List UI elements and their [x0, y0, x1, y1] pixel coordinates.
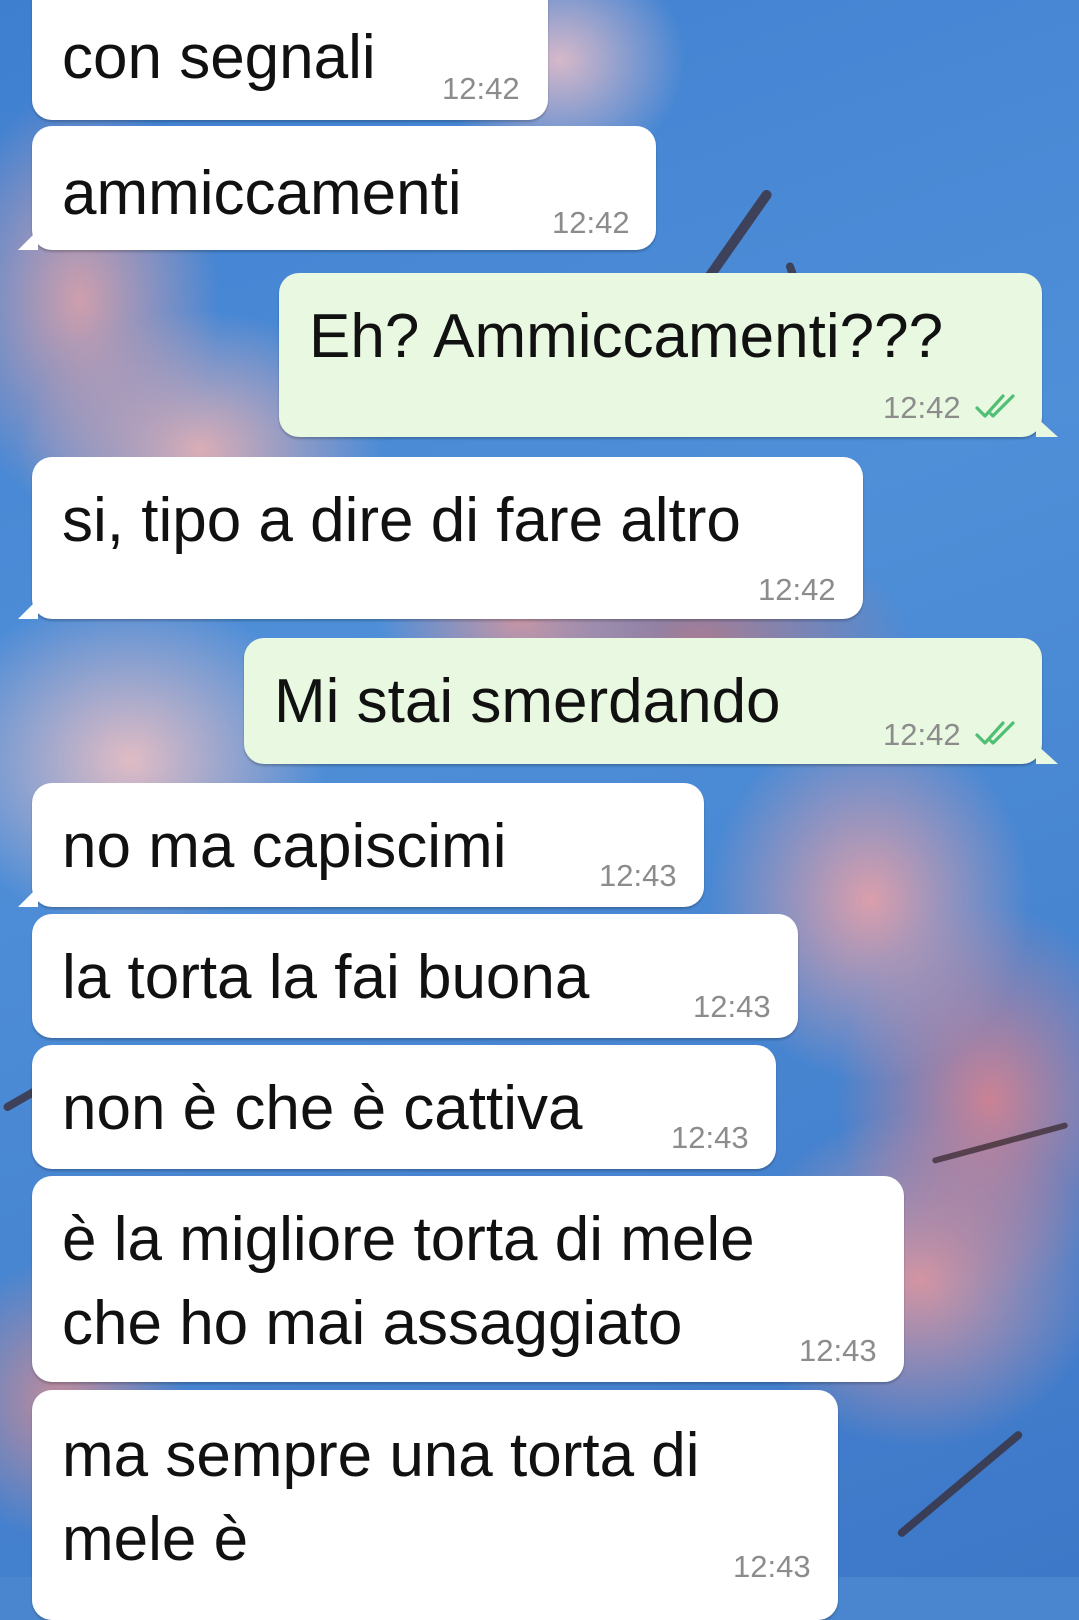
incoming-message[interactable]: è la migliore torta di mele che ho mai a… — [32, 1176, 904, 1382]
incoming-message[interactable]: la torta la fai buona 12:43 — [32, 914, 798, 1038]
outgoing-message[interactable]: Mi stai smerdando 12:42 — [244, 638, 1058, 764]
message-text: no ma capiscimi — [62, 812, 507, 881]
message-text: Mi stai smerdando — [274, 667, 781, 736]
message-text: Eh? Ammiccamenti??? — [309, 302, 944, 371]
incoming-message[interactable]: con segnali 12:42 — [32, 0, 548, 120]
message-timestamp: 12:42 — [883, 717, 961, 752]
message-text: ammiccamenti — [62, 159, 462, 228]
message-text: mele è — [62, 1505, 249, 1574]
message-timestamp: 12:42 — [883, 390, 961, 425]
message-timestamp: 12:42 — [758, 572, 836, 607]
message-timestamp: 12:43 — [799, 1333, 877, 1368]
message-timestamp: 12:43 — [671, 1120, 749, 1155]
message-text: è la migliore torta di mele — [62, 1205, 755, 1274]
message-text: che ho mai assaggiato — [62, 1289, 683, 1358]
double-check-icon — [975, 394, 1015, 418]
message-text: la torta la fai buona — [62, 943, 590, 1012]
incoming-message[interactable]: ammiccamenti 12:42 — [18, 126, 656, 250]
message-text: non è che è cattiva — [62, 1074, 583, 1143]
incoming-message[interactable]: si, tipo a dire di fare altro 12:42 — [18, 457, 863, 619]
message-timestamp: 12:42 — [442, 71, 520, 106]
message-timestamp: 12:43 — [693, 989, 771, 1024]
message-list[interactable]: con segnali 12:42 ammiccamenti 12:42 Eh?… — [0, 0, 1079, 1620]
outgoing-message[interactable]: Eh? Ammiccamenti??? 12:42 — [279, 273, 1058, 437]
message-timestamp: 12:43 — [733, 1549, 811, 1584]
message-text: si, tipo a dire di fare altro — [62, 486, 741, 555]
message-timestamp: 12:43 — [599, 858, 677, 893]
incoming-message[interactable]: ma sempre una torta di mele è 12:43 — [32, 1390, 838, 1620]
message-timestamp: 12:42 — [552, 205, 630, 240]
incoming-message[interactable]: non è che è cattiva 12:43 — [32, 1045, 776, 1169]
message-text: ma sempre una torta di — [62, 1421, 700, 1490]
incoming-message[interactable]: no ma capiscimi 12:43 — [18, 783, 704, 907]
double-check-icon — [975, 721, 1015, 745]
message-text: con segnali — [62, 23, 376, 92]
